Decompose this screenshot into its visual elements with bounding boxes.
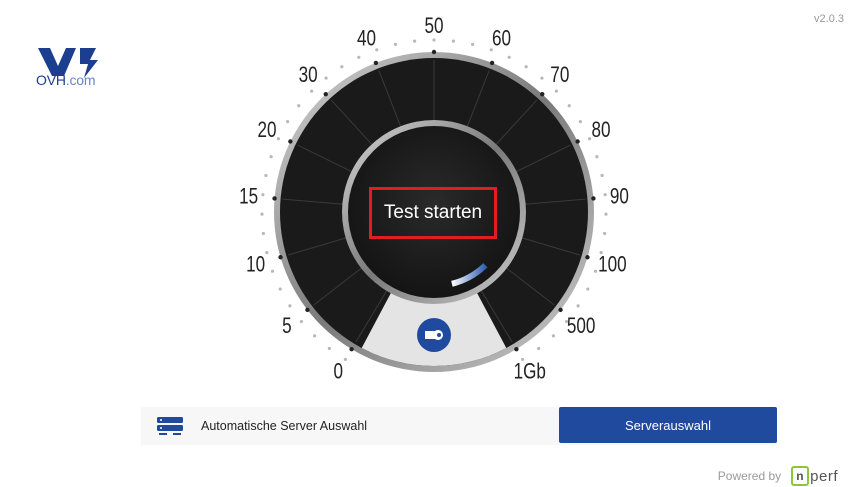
gauge-scale-dot: [603, 231, 607, 236]
gauge-scale-dot: [269, 155, 273, 159]
gauge-scale-dot: [276, 137, 280, 141]
gauge-scale-dot: [265, 250, 269, 255]
gauge-scale-dot: [578, 120, 582, 124]
gauge-scale-tick: [349, 346, 354, 352]
gauge-scale-dot: [576, 304, 580, 308]
gauge-scale-dot: [593, 269, 598, 273]
gauge-scale-dot: [343, 357, 348, 362]
gauge-scale-label: 60: [492, 27, 511, 52]
gauge-scale-dot: [340, 65, 344, 69]
gauge-scale-tick: [278, 255, 283, 260]
gauge-scale-label: 0: [333, 360, 343, 385]
gauge-scale-dot: [537, 346, 541, 351]
gauge-scale-dot: [297, 104, 301, 108]
start-test-button[interactable]: Test starten: [369, 187, 497, 239]
gauge-scale-dot: [554, 89, 558, 93]
gauge-scale-dot: [286, 120, 290, 124]
server-select-button[interactable]: Serverauswahl: [559, 407, 777, 443]
gauge-scale-dot: [432, 38, 436, 42]
gauge-scale-label: 50: [424, 14, 443, 39]
gauge-scale-dot: [261, 231, 265, 236]
gauge-scale-tick: [514, 346, 519, 352]
gauge-scale-dot: [470, 42, 475, 46]
nperf-logo[interactable]: n perf: [791, 466, 838, 486]
gauge-scale-tick: [288, 139, 293, 144]
gauge-scale-tick: [489, 60, 495, 66]
gauge-scale-tick: [585, 255, 590, 260]
gauge-scale-dot: [507, 55, 511, 59]
gauge-scale-dot: [288, 304, 292, 308]
gauge-scale-tick: [431, 49, 437, 55]
gauge-scale-dot: [264, 173, 268, 178]
gauge-scale-dot: [551, 334, 555, 338]
nperf-logo-text: perf: [810, 467, 838, 485]
gauge-scale-tick: [323, 91, 328, 97]
gauge-scale-dot: [567, 104, 571, 108]
powered-by-label: Powered by: [717, 469, 782, 483]
gauge-scale-dot: [327, 346, 331, 351]
gauge-scale-tick: [591, 196, 596, 201]
gauge-scale-dot: [586, 287, 590, 291]
gauge-scale-label: 500: [567, 314, 596, 339]
gauge-scale-tick: [305, 307, 310, 313]
gauge-scale-tick: [373, 60, 379, 66]
gauge-scale-dot: [451, 39, 456, 43]
server-selection-label: Automatische Server Auswahl: [201, 419, 368, 433]
gauge-scale-label: 15: [239, 184, 258, 209]
gauge-scale-label: 100: [598, 253, 627, 278]
wrench-icon[interactable]: [417, 318, 451, 352]
nperf-logo-mark: n: [791, 466, 810, 486]
gauge-scale-tick: [272, 196, 277, 201]
gauge-scale-label: 40: [357, 27, 376, 52]
gauge-scale-dot: [524, 65, 528, 69]
gauge-scale-dot: [393, 42, 398, 46]
gauge-scale-label: 10: [246, 253, 265, 278]
powered-by: Powered by n perf: [718, 466, 838, 486]
gauge-scale-dot: [299, 319, 304, 324]
gauge-scale-label: 80: [591, 118, 610, 143]
gauge-scale-label: 1Gb: [514, 360, 546, 385]
server-selection-bar: Automatische Server Auswahl Serverauswah…: [141, 407, 777, 445]
gauge-scale-tick: [558, 307, 563, 313]
gauge-scale-dot: [261, 193, 265, 197]
server-icon: [157, 417, 183, 435]
gauge-scale-dot: [600, 173, 604, 178]
gauge-scale-dot: [324, 76, 328, 80]
gauge-scale-dot: [412, 39, 417, 43]
gauge-scale-dot: [278, 287, 282, 291]
gauge-scale-dot: [595, 155, 599, 159]
gauge-scale-dot: [260, 212, 264, 216]
gauge-scale-label: 90: [610, 184, 629, 209]
gauge-scale-label: 5: [282, 314, 292, 339]
gauge-scale-dot: [603, 193, 607, 197]
gauge-scale-dot: [310, 89, 314, 93]
gauge-scale-label: 30: [299, 63, 318, 88]
gauge-scale-label: 70: [550, 63, 569, 88]
gauge-scale-dot: [270, 269, 275, 273]
gauge-scale-tick: [540, 91, 545, 97]
gauge-scale-label: 20: [258, 118, 277, 143]
gauge-scale-dot: [604, 212, 608, 216]
gauge-scale-tick: [575, 139, 580, 144]
gauge-scale-dot: [313, 334, 317, 338]
gauge-scale-dot: [357, 55, 361, 59]
gauge-scale-dot: [540, 76, 544, 80]
